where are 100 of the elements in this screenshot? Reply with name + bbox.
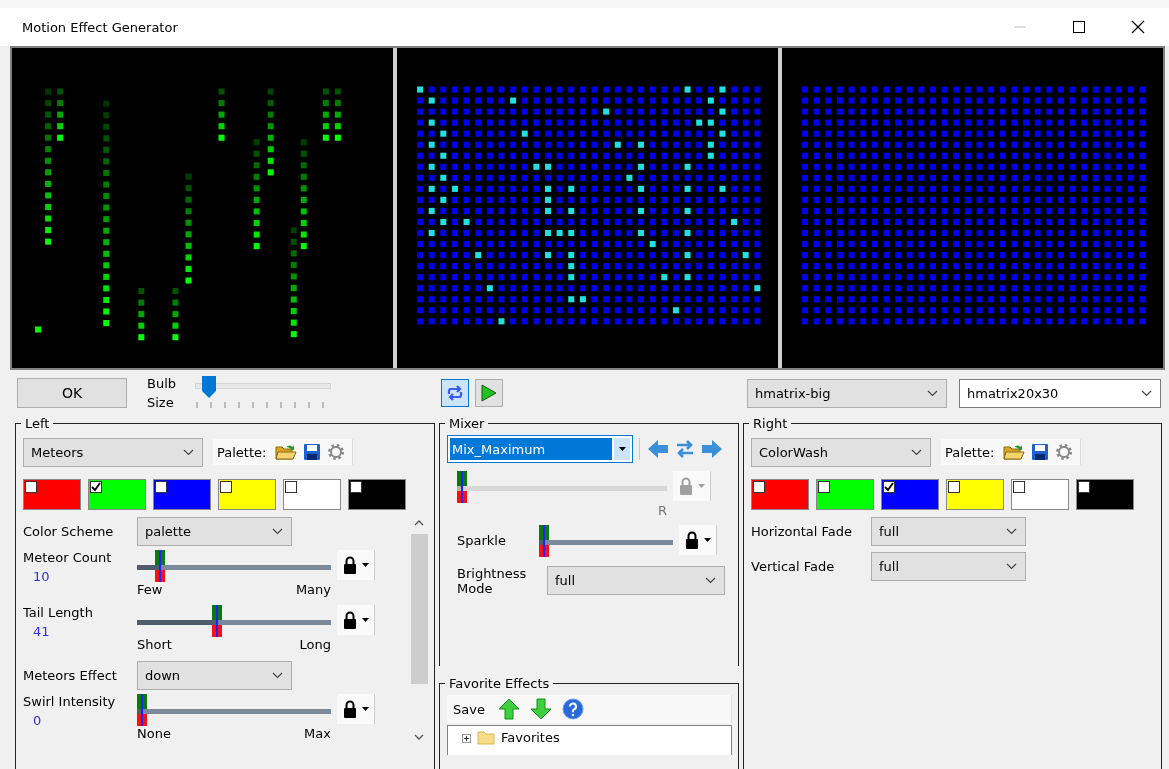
loop-icon xyxy=(446,385,464,401)
setting-dropdown[interactable]: full xyxy=(871,517,1026,546)
palette-color-swatch[interactable] xyxy=(751,479,809,510)
chevron-down-icon xyxy=(911,448,922,456)
padlock-icon xyxy=(684,531,699,549)
slider-min-label: None xyxy=(137,726,171,741)
setting-label: Brightness Mode xyxy=(457,565,528,596)
close-icon[interactable] xyxy=(1131,20,1145,34)
save-button[interactable]: Save xyxy=(453,701,489,717)
checkbox[interactable] xyxy=(155,481,167,493)
setting-value: 41 xyxy=(32,624,51,639)
slider-thumb[interactable] xyxy=(137,694,147,726)
swap-icon[interactable] xyxy=(674,438,696,460)
slider-thumb[interactable] xyxy=(155,550,166,582)
chevron-down-icon xyxy=(272,672,283,679)
checkbox[interactable] xyxy=(1078,481,1090,493)
caret-icon xyxy=(618,447,626,451)
palette-color-swatch[interactable] xyxy=(153,479,211,510)
lock-button[interactable] xyxy=(337,605,375,635)
arrow-up-icon[interactable] xyxy=(496,697,521,721)
lock-button[interactable] xyxy=(337,694,375,724)
ok-button[interactable]: OK xyxy=(17,378,127,408)
chevron-down-icon xyxy=(927,389,938,397)
palette-color-swatch[interactable] xyxy=(881,479,939,510)
help-icon[interactable] xyxy=(560,697,585,721)
save-icon[interactable] xyxy=(302,442,323,462)
lock-button[interactable] xyxy=(337,550,375,580)
chevron-down-icon xyxy=(1141,389,1152,397)
caret-icon xyxy=(361,707,369,711)
scroll-up-icon[interactable] xyxy=(414,520,424,526)
setting-label: Sparkle xyxy=(457,532,507,548)
palette-label: Palette: xyxy=(217,444,267,460)
window-title: Motion Effect Generator xyxy=(22,19,178,35)
panel-legend: Left xyxy=(21,416,54,431)
caret-icon xyxy=(703,538,711,542)
arrow-down-icon[interactable] xyxy=(528,697,553,721)
chevron-down-icon xyxy=(183,448,194,456)
checkbox[interactable] xyxy=(818,481,830,493)
effect-dropdown[interactable]: ColorWash xyxy=(751,437,931,467)
play-icon xyxy=(481,384,497,402)
loop-button[interactable] xyxy=(441,379,469,407)
palette-color-swatch[interactable] xyxy=(1076,479,1134,510)
save-icon[interactable] xyxy=(1030,442,1051,462)
chevron-down-icon xyxy=(272,528,283,535)
slider-min-label: Few xyxy=(137,582,163,597)
palette-color-swatch[interactable] xyxy=(816,479,874,510)
checkbox[interactable] xyxy=(753,481,765,493)
arrow-right-icon[interactable] xyxy=(700,438,724,460)
padlock-icon xyxy=(678,477,693,495)
arrow-left-icon[interactable] xyxy=(646,438,670,460)
setting-dropdown[interactable]: full xyxy=(547,566,725,595)
padlock-icon xyxy=(342,700,357,718)
setting-dropdown[interactable]: full xyxy=(871,552,1026,581)
setting-label: Meteors Effect xyxy=(23,668,118,683)
slider-thumb[interactable] xyxy=(202,376,217,398)
slider-end-label: R xyxy=(657,503,667,518)
setting-label: Vertical Fade xyxy=(751,559,836,574)
checkbox[interactable] xyxy=(948,481,960,493)
checkbox[interactable] xyxy=(90,481,102,493)
panel-legend: Right xyxy=(749,416,792,431)
palette-color-swatch[interactable] xyxy=(348,479,406,510)
model-dropdown[interactable]: hmatrix-big xyxy=(747,378,947,408)
caret-icon xyxy=(361,618,369,622)
setting-dropdown[interactable]: down xyxy=(137,661,292,690)
checkbox[interactable] xyxy=(1013,481,1025,493)
lock-button[interactable] xyxy=(679,525,717,555)
play-button[interactable] xyxy=(475,379,503,407)
caret-icon xyxy=(361,563,369,567)
padlock-icon xyxy=(342,556,357,574)
slider-thumb[interactable] xyxy=(212,605,223,637)
tree-item[interactable]: Favorites xyxy=(501,730,560,746)
palette-color-swatch[interactable] xyxy=(1011,479,1069,510)
checkbox[interactable] xyxy=(285,481,297,493)
scroll-down-icon[interactable] xyxy=(414,734,424,740)
setting-label: Color Scheme xyxy=(23,524,115,539)
slider-thumb[interactable] xyxy=(457,471,467,503)
slider-max-label: Max xyxy=(304,726,331,741)
palette-color-swatch[interactable] xyxy=(283,479,341,510)
checkbox[interactable] xyxy=(220,481,232,493)
panel-legend: Mixer xyxy=(445,416,489,431)
chevron-down-icon xyxy=(1006,528,1017,535)
bulb-size-label: Bulb Size xyxy=(147,375,178,412)
panel-legend: Favorite Effects xyxy=(445,676,554,691)
slider-thumb[interactable] xyxy=(539,525,549,557)
palette-color-swatch[interactable] xyxy=(88,479,146,510)
checkbox[interactable] xyxy=(883,481,895,493)
mix-method-dropdown[interactable]: Mix_Maximum xyxy=(447,435,633,463)
palette-label: Palette: xyxy=(945,444,995,460)
palette-color-swatch[interactable] xyxy=(946,479,1004,510)
palette-color-swatch[interactable] xyxy=(23,479,81,510)
checkbox[interactable] xyxy=(350,481,362,493)
setting-dropdown[interactable]: palette xyxy=(137,517,292,546)
effect-dropdown[interactable]: Meteors xyxy=(23,437,203,467)
maximize-icon[interactable] xyxy=(1072,20,1086,34)
expand-icon[interactable] xyxy=(462,733,471,743)
checkbox[interactable] xyxy=(25,481,37,493)
submodel-dropdown[interactable]: hmatrix20x30 xyxy=(959,378,1161,408)
setting-label: Tail Length xyxy=(23,605,94,620)
slider-max-label: Long xyxy=(299,637,331,652)
palette-color-swatch[interactable] xyxy=(218,479,276,510)
